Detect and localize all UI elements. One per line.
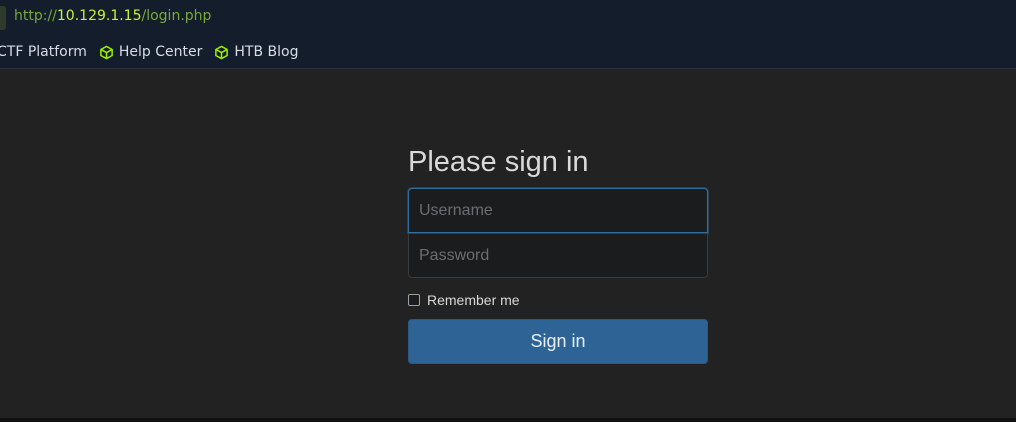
remember-me-label[interactable]: Remember me xyxy=(427,292,520,308)
sign-in-button[interactable]: Sign in xyxy=(408,319,708,364)
username-input[interactable] xyxy=(408,188,708,233)
bookmark-help-center[interactable]: Help Center xyxy=(99,44,203,60)
site-identity-indicator[interactable] xyxy=(0,6,6,30)
page-title: Please sign in xyxy=(408,146,589,178)
cube-icon xyxy=(100,45,113,59)
login-form: Please sign in Remember me Sign in xyxy=(408,143,708,364)
remember-me-checkbox[interactable] xyxy=(408,294,420,306)
bookmark-label: Help Center xyxy=(118,44,203,60)
password-input[interactable] xyxy=(408,233,708,278)
remember-me-row[interactable]: Remember me xyxy=(408,292,708,308)
bookmark-htb-blog[interactable]: HTB Blog xyxy=(214,44,298,60)
bookmark-label: HTB Blog xyxy=(234,44,299,60)
url-path: /login.php xyxy=(141,8,212,24)
bookmarks-toolbar: CTF Platform Help Center HTB Blog xyxy=(0,40,310,64)
url-bar[interactable]: http://10.129.1.15/login.php xyxy=(0,0,1016,36)
bookmark-label: CTF Platform xyxy=(0,44,87,60)
url-text[interactable]: http://10.129.1.15/login.php xyxy=(14,8,211,24)
url-scheme: http:// xyxy=(14,8,57,24)
cube-icon xyxy=(215,45,229,59)
bottom-border xyxy=(0,418,1016,422)
bookmark-ctf-platform[interactable]: CTF Platform xyxy=(0,44,87,60)
browser-chrome: http://10.129.1.15/login.php CTF Platfor… xyxy=(0,0,1016,69)
url-host: 10.129.1.15 xyxy=(56,8,142,24)
